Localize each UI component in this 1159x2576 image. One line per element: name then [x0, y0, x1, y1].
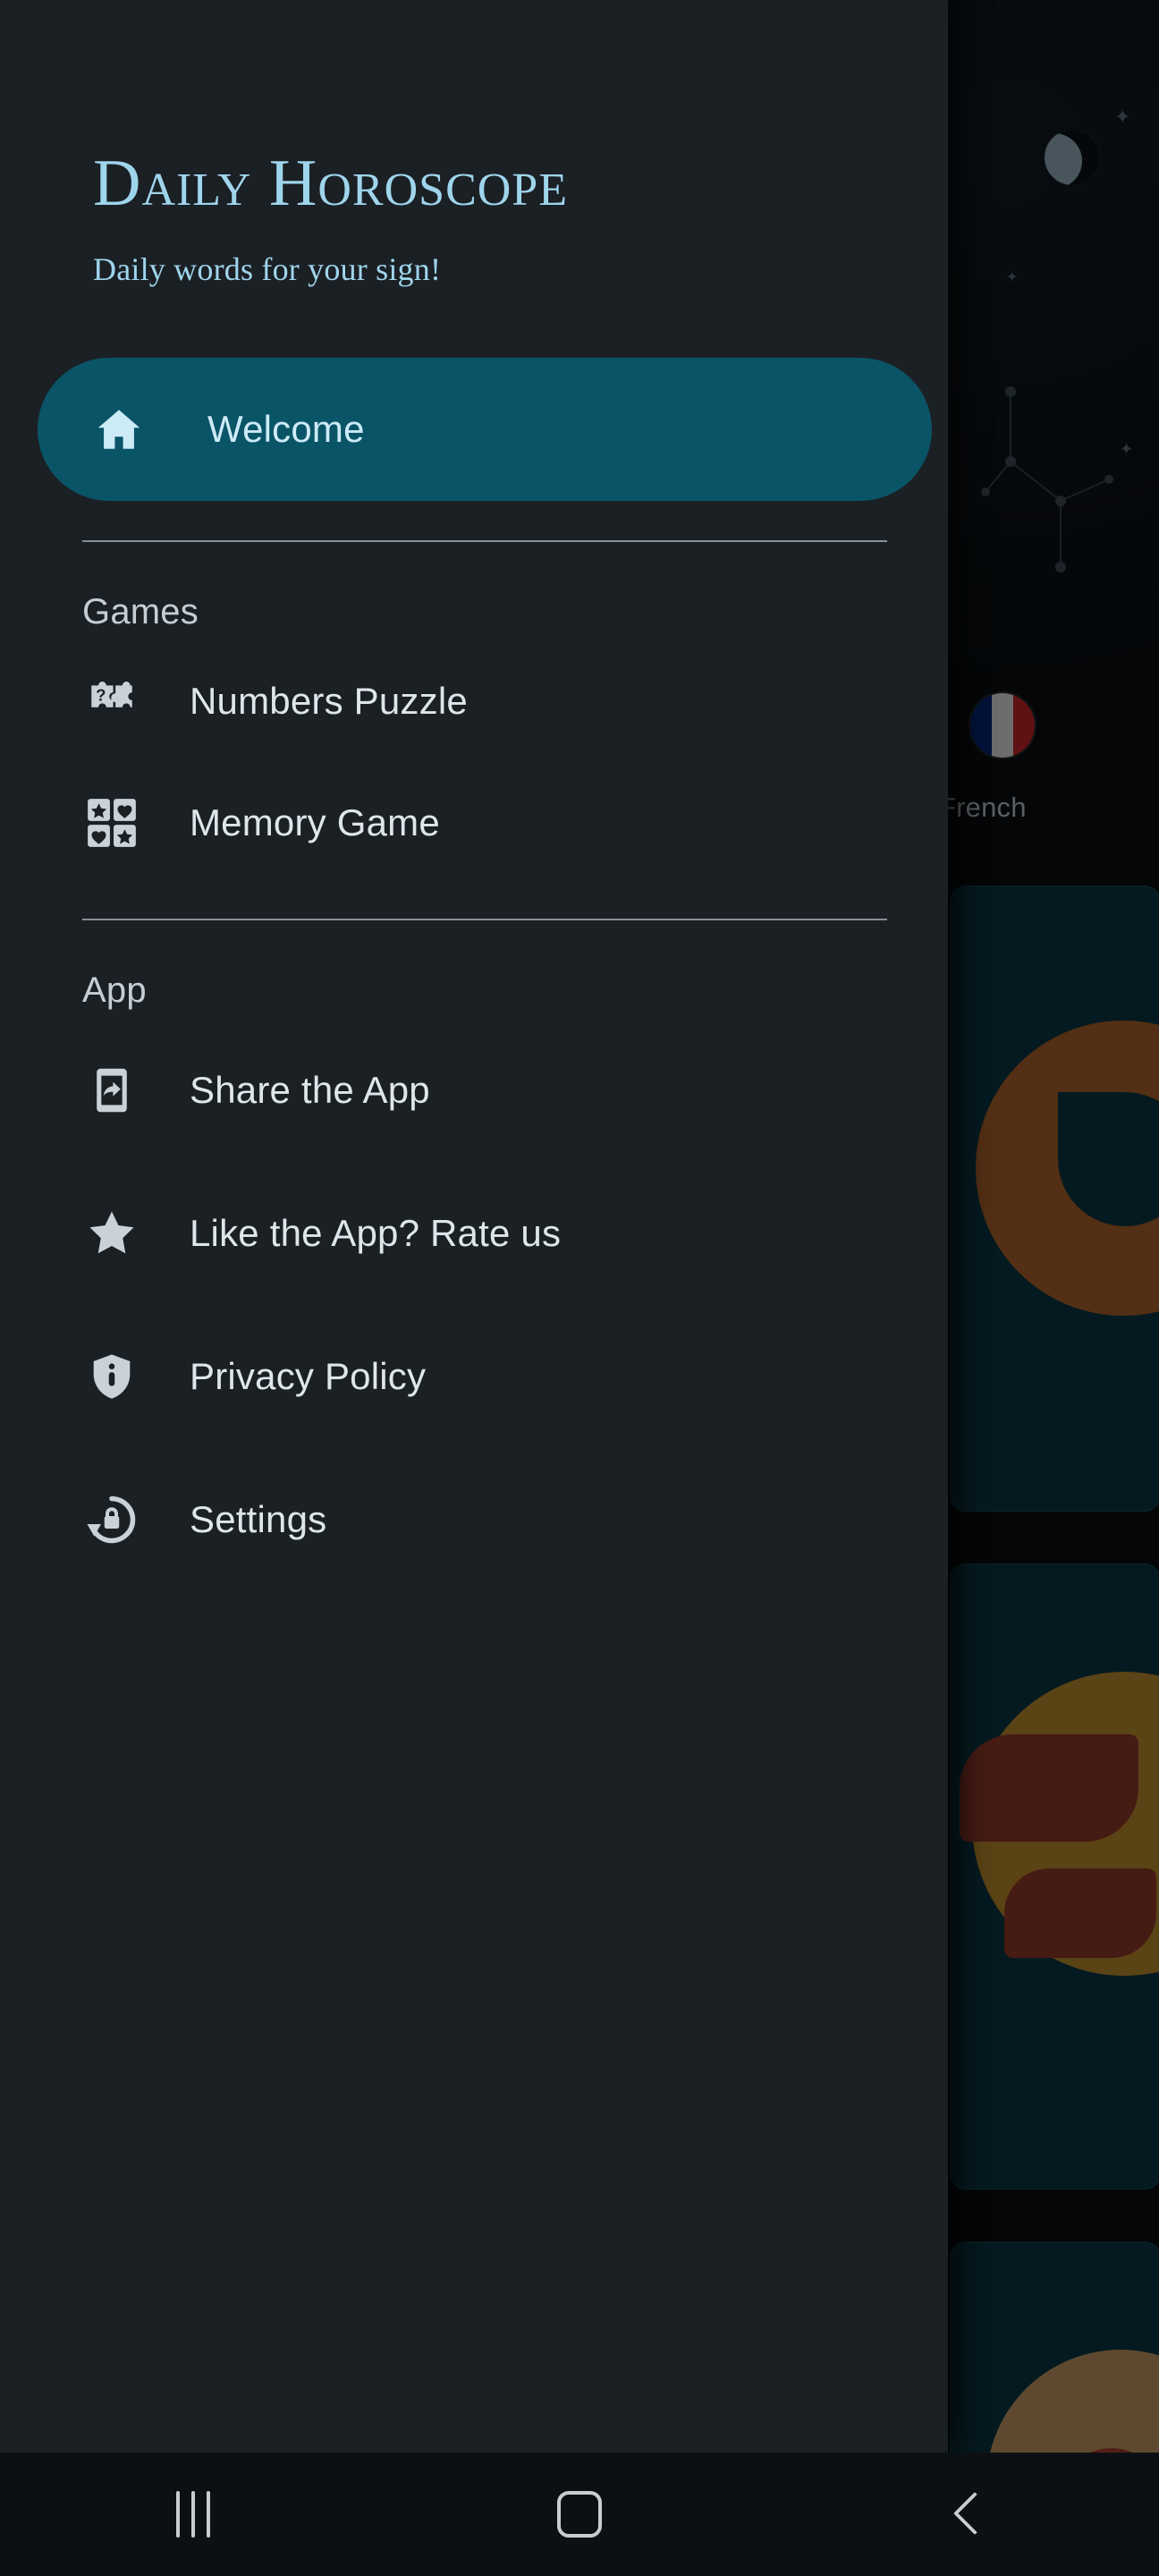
drawer-item-welcome-label: Welcome [207, 408, 365, 450]
drawer-item-rate-app-label: Like the App? Rate us [190, 1212, 562, 1254]
drawer-divider [82, 919, 887, 920]
drawer-item-privacy-policy[interactable]: Privacy Policy [0, 1324, 948, 1429]
chevron-left-icon [952, 2491, 979, 2538]
svg-text:?: ? [96, 685, 106, 704]
drawer-item-settings[interactable]: Settings [0, 1467, 948, 1572]
drawer-item-numbers-puzzle-label: Numbers Puzzle [190, 680, 468, 722]
puzzle-question-icon: ? [82, 672, 141, 731]
app-title: Daily Horoscope [93, 147, 568, 220]
shield-info-icon [82, 1347, 141, 1406]
drawer-item-share-app-label: Share the App [190, 1069, 430, 1111]
drawer-item-numbers-puzzle[interactable]: ? Numbers Puzzle [0, 648, 948, 754]
drawer-item-privacy-policy-label: Privacy Policy [190, 1355, 427, 1397]
back-button[interactable] [773, 2491, 1159, 2538]
navigation-drawer: Daily Horoscope Daily words for your sig… [0, 0, 948, 2453]
recents-button[interactable] [0, 2491, 386, 2538]
drawer-item-memory-game[interactable]: Memory Game [0, 770, 948, 876]
drawer-item-memory-game-label: Memory Game [190, 801, 440, 843]
memory-cards-grid-icon [82, 793, 141, 852]
home-button[interactable] [386, 2491, 773, 2538]
phone-share-icon [82, 1061, 141, 1120]
drawer-item-settings-label: Settings [190, 1498, 327, 1540]
home-square-icon [557, 2491, 602, 2538]
drawer-header: Daily Horoscope Daily words for your sig… [0, 0, 948, 288]
drawer-divider [82, 540, 887, 542]
section-title-games: Games [82, 592, 199, 631]
phone-screen: ✦ ✦ ✦ French [0, 0, 1159, 2576]
rotation-lock-icon [82, 1490, 141, 1549]
home-icon [97, 410, 140, 449]
drawer-item-rate-app[interactable]: Like the App? Rate us [0, 1181, 948, 1286]
drawer-item-welcome[interactable]: Welcome [38, 358, 932, 501]
drawer-item-share-app[interactable]: Share the App [0, 1038, 948, 1143]
system-navigation-bar [0, 2453, 1159, 2576]
section-title-app: App [82, 970, 147, 1010]
recents-icon [176, 2491, 210, 2538]
app-subtitle: Daily words for your sign! [93, 251, 442, 287]
star-icon [82, 1204, 141, 1263]
